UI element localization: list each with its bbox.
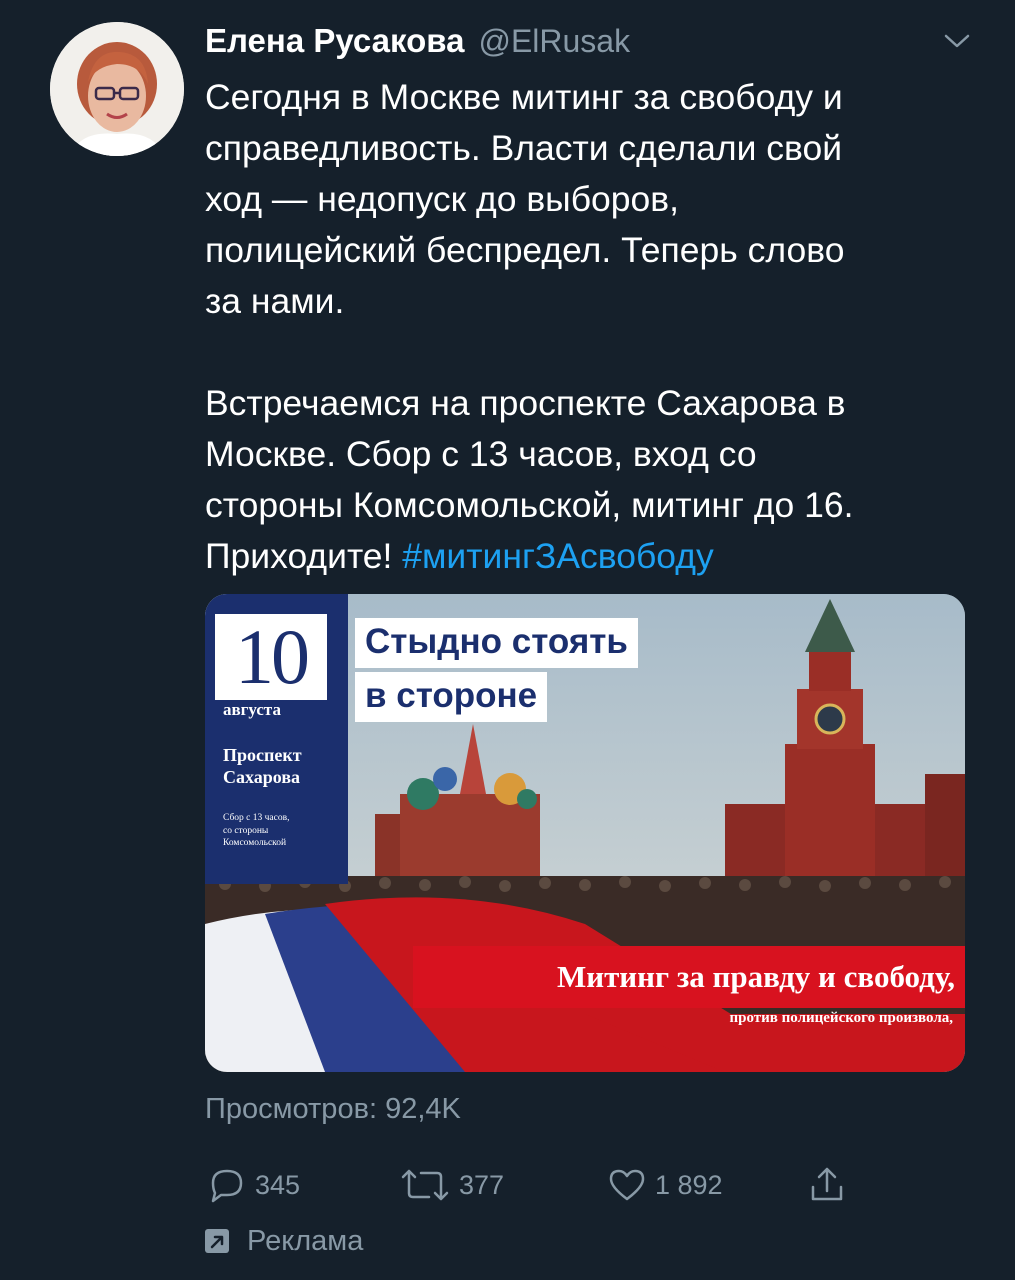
retweet-button[interactable]: 377 [397, 1160, 504, 1210]
tweet-text: Сегодня в Москве митинг за свободу и спр… [205, 72, 985, 582]
avatar[interactable] [50, 22, 184, 156]
poster-gather-info: Сбор с 13 часов, со стороны Комсомольско… [223, 813, 290, 848]
promoted-label[interactable]: Реклама [205, 1222, 363, 1260]
retweet-count: 377 [459, 1169, 505, 1200]
poster-slogan-line1: Стыдно стоять [355, 618, 638, 668]
poster-date-month: августа [223, 700, 281, 719]
tweet-header: Елена Русакова @ElRusak [205, 22, 630, 62]
reply-icon [211, 1169, 243, 1203]
share-icon [811, 1167, 843, 1201]
poster-slogan-line2: в стороне [355, 672, 548, 722]
poster-place: Проспект Сахарова [223, 745, 302, 787]
reply-button[interactable]: 345 [205, 1160, 300, 1210]
author-handle[interactable]: @ElRusak [478, 23, 630, 60]
tweet-media-image[interactable]: 10 августа Проспект Сахарова Сбор с 13 ч… [205, 594, 965, 1072]
promoted-arrow-icon [205, 1229, 229, 1253]
tweet-screen: Елена Русакова @ElRusak Сегодня в Москве… [0, 0, 1015, 1280]
avatar-portrait-image [50, 22, 184, 156]
poster-date-number: 10 [215, 614, 327, 700]
views-count[interactable]: Просмотров: 92,4K [205, 1093, 461, 1126]
poster-banner-sub: против полицейского произвола, [729, 1010, 953, 1026]
author-name[interactable]: Елена Русакова [205, 22, 464, 60]
heart-icon [609, 1169, 645, 1201]
like-button[interactable]: 1 892 [605, 1160, 723, 1210]
tweet-body: Сегодня в Москве митинг за свободу и спр… [205, 77, 854, 576]
hashtag-link[interactable]: #митингЗАсвободу [402, 536, 713, 576]
poster-banner-main: Митинг за правду и свободу, [413, 946, 965, 1008]
poster-date-panel: 10 августа Проспект Сахарова Сбор с 13 ч… [205, 594, 348, 884]
like-count: 1 892 [655, 1169, 723, 1200]
action-bar: 345 377 1 892 [205, 1160, 965, 1210]
retweet-icon [401, 1169, 449, 1201]
promoted-text: Реклама [247, 1224, 364, 1257]
reply-count: 345 [255, 1169, 301, 1200]
share-button[interactable] [805, 1160, 855, 1210]
poster-slogan: Стыдно стоять в стороне [355, 618, 638, 726]
chevron-down-icon[interactable] [940, 30, 974, 52]
